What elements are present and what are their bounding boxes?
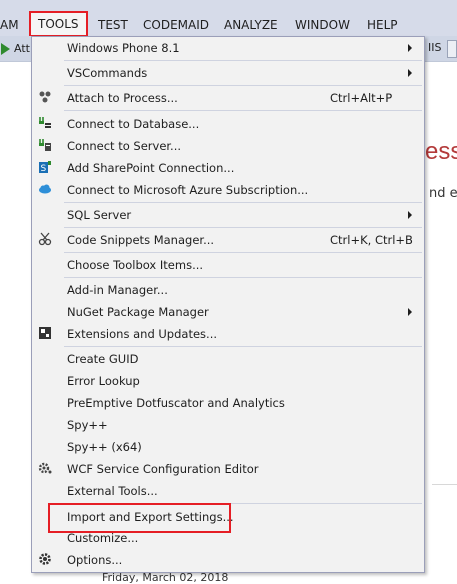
start-debug-icon[interactable] (1, 43, 10, 55)
menu-test[interactable]: TEST (98, 16, 128, 34)
menu-item-label: Extensions and Updates... (67, 327, 217, 341)
menu-item-nuget-package-manager[interactable]: NuGet Package Manager (32, 301, 424, 323)
menu-item-label: SQL Server (67, 208, 132, 222)
submenu-arrow-icon (408, 44, 412, 52)
menu-item-label: Choose Toolbox Items... (67, 258, 204, 272)
menu-codemaid[interactable]: CODEMAID (143, 16, 209, 34)
menu-item-label: Spy++ (67, 418, 108, 432)
menu-separator (64, 110, 422, 111)
menu-item-create-guid[interactable]: Create GUID (32, 348, 424, 370)
menu-item-label: VSCommands (67, 66, 148, 80)
menu-item-extensions-and-updates[interactable]: Extensions and Updates... (32, 323, 424, 345)
svg-text:S: S (41, 164, 47, 174)
menu-item-connect-azure[interactable]: Connect to Microsoft Azure Subscription.… (32, 179, 424, 201)
menu-item-attach-to-process[interactable]: Attach to Process... Ctrl+Alt+P (32, 87, 424, 109)
menu-separator (64, 346, 422, 347)
menu-item-label: External Tools... (67, 484, 158, 498)
snippets-icon (37, 232, 53, 248)
menu-item-label: Spy++ (x64) (67, 440, 142, 454)
server-plug-icon (37, 138, 53, 154)
menu-item-label: Error Lookup (67, 374, 140, 388)
background-heading: ess (425, 138, 457, 165)
menu-item-connect-database[interactable]: Connect to Database... (32, 113, 424, 135)
submenu-arrow-icon (408, 69, 412, 77)
toolbar-overflow-button[interactable] (447, 40, 457, 58)
menu-analyze[interactable]: ANALYZE (224, 16, 278, 34)
menu-item-shortcut: Ctrl+K, Ctrl+B (330, 233, 413, 247)
menu-item-external-tools[interactable]: External Tools... (32, 480, 424, 502)
sharepoint-icon: S (37, 160, 53, 176)
menu-item-preemptive-dotfuscator[interactable]: PreEmptive Dotfuscator and Analytics (32, 392, 424, 414)
options-gear-icon (37, 552, 53, 568)
menu-item-add-in-manager[interactable]: Add-in Manager... (32, 279, 424, 301)
menu-item-error-lookup[interactable]: Error Lookup (32, 370, 424, 392)
menu-item-add-sharepoint[interactable]: S Add SharePoint Connection... (32, 157, 424, 179)
wcf-gear-icon (37, 461, 53, 477)
submenu-arrow-icon (408, 211, 412, 219)
iis-button-label[interactable]: IIS (424, 41, 441, 54)
attach-button-label[interactable]: Att (14, 42, 30, 55)
menu-item-label: WCF Service Configuration Editor (67, 462, 259, 476)
background-text: nd er (429, 186, 457, 201)
menu-team[interactable]: AM (0, 16, 19, 34)
menu-item-label: Connect to Server... (67, 139, 182, 153)
menu-help[interactable]: HELP (367, 16, 398, 34)
menu-item-options[interactable]: Options... (32, 549, 424, 571)
menu-item-label: Attach to Process... (67, 91, 178, 105)
attach-process-icon (37, 90, 53, 106)
menu-item-wcf-service-config-editor[interactable]: WCF Service Configuration Editor (32, 458, 424, 480)
azure-cloud-icon (37, 182, 53, 198)
menu-item-choose-toolbox-items[interactable]: Choose Toolbox Items... (32, 254, 424, 276)
background-divider (432, 484, 457, 485)
menu-item-sql-server[interactable]: SQL Server (32, 204, 424, 226)
extensions-icon (37, 326, 53, 342)
menu-item-label: Windows Phone 8.1 (67, 41, 180, 55)
menu-item-label: Add SharePoint Connection... (67, 161, 235, 175)
tools-dropdown-menu: Windows Phone 8.1 VSCommands Attach to P… (31, 36, 425, 573)
menu-item-spy-plus-plus[interactable]: Spy++ (32, 414, 424, 436)
menu-item-label: PreEmptive Dotfuscator and Analytics (67, 396, 285, 410)
menu-item-label: Connect to Database... (67, 117, 200, 131)
menu-item-vscommands[interactable]: VSCommands (32, 62, 424, 84)
menu-item-connect-server[interactable]: Connect to Server... (32, 135, 424, 157)
menu-item-windows-phone[interactable]: Windows Phone 8.1 (32, 37, 424, 59)
menu-window[interactable]: WINDOW (295, 16, 350, 34)
database-plug-icon (37, 116, 53, 132)
editor-left-margin (0, 62, 32, 584)
menu-item-label: Code Snippets Manager... (67, 233, 215, 247)
menu-item-code-snippets-manager[interactable]: Code Snippets Manager... Ctrl+K, Ctrl+B (32, 229, 424, 251)
menu-separator (64, 252, 422, 253)
menu-item-shortcut: Ctrl+Alt+P (330, 91, 393, 105)
menu-separator (64, 85, 422, 86)
menu-separator (64, 277, 422, 278)
menu-item-label: Customize... (67, 531, 139, 545)
menu-item-label: Add-in Manager... (67, 283, 168, 297)
menu-separator (64, 202, 422, 203)
menu-tools[interactable]: TOOLS (29, 11, 88, 37)
menu-item-label: Create GUID (67, 352, 139, 366)
menu-bar: AM TOOLS TEST CODEMAID ANALYZE WINDOW HE… (0, 0, 457, 37)
menu-separator (64, 60, 422, 61)
menu-item-label: Connect to Microsoft Azure Subscription.… (67, 183, 309, 197)
menu-separator (64, 227, 422, 228)
menu-item-customize[interactable]: Customize... (32, 527, 424, 549)
submenu-arrow-icon (408, 308, 412, 316)
menu-item-spy-plus-plus-x64[interactable]: Spy++ (x64) (32, 436, 424, 458)
menu-item-label: NuGet Package Manager (67, 305, 209, 319)
menu-item-label: Options... (67, 553, 123, 567)
